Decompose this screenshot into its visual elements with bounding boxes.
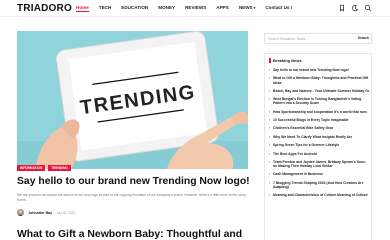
- header-actions: [338, 4, 372, 12]
- list-item[interactable]: West Bengal's Election Is Turning Bangla…: [269, 97, 369, 105]
- list-item[interactable]: Cash Management in Business: [269, 172, 369, 176]
- sidebar-search: Search: [264, 33, 372, 44]
- list-item[interactable]: Say hello to our brand new Trending Now …: [269, 68, 369, 72]
- list-item[interactable]: Team Preston and Jaydee James, Brittany …: [269, 160, 369, 168]
- widget-title-label: Breaking News: [273, 58, 302, 63]
- breaking-news-list: Say hello to our brand new Trending Now …: [269, 68, 369, 202]
- list-item[interactable]: 7 Blogging Trends Shaping 2023 (And How …: [269, 181, 369, 189]
- moon-icon[interactable]: [351, 4, 359, 12]
- list-item[interactable]: Spring Green Tips for a Greener Lifestyl…: [269, 143, 369, 147]
- widget-title: Breaking News: [269, 58, 302, 63]
- search-input[interactable]: [265, 34, 351, 43]
- author-avatar[interactable]: [17, 209, 24, 216]
- nav-money[interactable]: MONEY: [158, 5, 175, 10]
- nav-home[interactable]: Home: [76, 5, 89, 12]
- post-excerpt: We are proud to announce the launch of o…: [17, 193, 249, 202]
- nav-contact[interactable]: Contact Us !: [265, 5, 292, 10]
- post-meta: Johnattor Bay July 28, 2023: [17, 209, 75, 216]
- nav-reviews[interactable]: REVIEWS: [185, 5, 206, 10]
- site-logo[interactable]: TRIADORO: [17, 3, 72, 14]
- list-item[interactable]: How Sportsmanship and cooperation It's a…: [269, 110, 369, 114]
- site-header: TRIADORO Home TECH EDUCATION MONEY REVIE…: [0, 0, 390, 17]
- breaking-news-widget: Breaking News Say hello to our brand new…: [264, 53, 372, 240]
- list-item[interactable]: Beach, Bay and Nazisee - Your Ultimate S…: [269, 89, 369, 93]
- nav-tech[interactable]: TECH: [99, 5, 112, 10]
- list-item[interactable]: Children's Essential Bike Safety Gear: [269, 126, 369, 130]
- featured-image[interactable]: TRENDING: [17, 31, 248, 169]
- search-button[interactable]: Search: [358, 36, 369, 40]
- list-item[interactable]: Meaning and Characteristics of Culture M…: [269, 193, 369, 197]
- search-icon[interactable]: [364, 4, 372, 12]
- nav-apps[interactable]: APPS: [216, 5, 229, 10]
- author-name[interactable]: Johnattor Bay: [28, 211, 52, 215]
- chevron-down-icon: ▾: [253, 6, 256, 10]
- title-accent: [269, 58, 271, 63]
- list-item[interactable]: The Best Apps For Android: [269, 152, 369, 156]
- nav-news[interactable]: NEWS▾: [239, 5, 256, 10]
- nav-education[interactable]: EDUCATION: [121, 5, 148, 10]
- tag-trending[interactable]: TRENDING: [48, 165, 71, 171]
- list-item[interactable]: 10 Successful Blogs in Every Topic Imagi…: [269, 118, 369, 122]
- post-title[interactable]: Say hello to our brand new Trending Now …: [17, 176, 257, 188]
- next-post-title[interactable]: What to Gift a Newborn Baby: Thoughtful …: [17, 229, 267, 240]
- bookmark-icon[interactable]: [338, 4, 346, 12]
- list-item[interactable]: Why We Need To Clarify What Insights Rea…: [269, 135, 369, 139]
- tag-information[interactable]: INFORMATION: [17, 165, 46, 171]
- list-item[interactable]: What to Gift a Newborn Baby: Thoughtful …: [269, 76, 369, 84]
- nav-news-label: NEWS: [238, 5, 253, 10]
- post-date: July 28, 2023: [56, 210, 76, 215]
- post-tags: INFORMATION TRENDING: [17, 165, 71, 171]
- main-nav: Home TECH EDUCATION MONEY REVIEWS APPS N…: [76, 5, 302, 12]
